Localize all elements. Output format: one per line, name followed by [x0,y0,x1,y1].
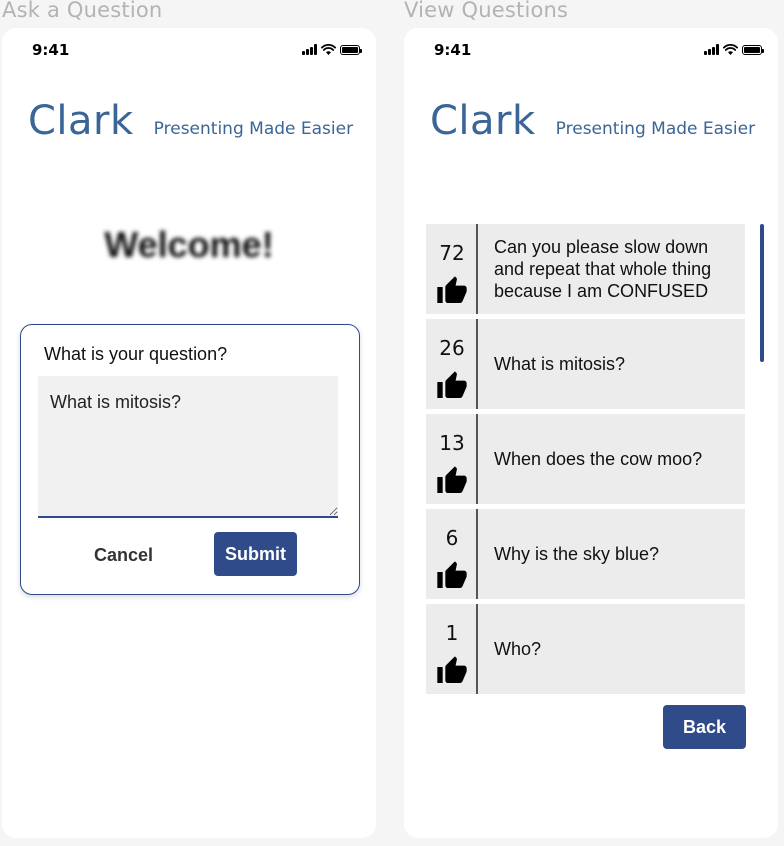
status-time: 9:41 [32,41,70,59]
vote-count: 6 [445,526,459,550]
wifi-icon [321,44,336,55]
question-row[interactable]: 26 What is mitosis? [426,319,745,409]
list-scrollbar[interactable] [760,224,764,362]
brand-header: Clark Presenting Made Easier [430,98,755,144]
status-bar: 9:41 [404,28,778,72]
thumbs-up-icon[interactable] [436,655,468,687]
question-row[interactable]: 1 Who? [426,604,745,694]
vote-column: 1 [426,604,478,694]
status-icons [302,44,362,55]
question-row[interactable]: 6 Why is the sky blue? [426,509,745,599]
wifi-icon [723,44,738,55]
back-button[interactable]: Back [663,705,746,749]
question-text: Who? [494,639,542,659]
welcome-heading: Welcome! [104,224,274,265]
question-row[interactable]: 13 When does the cow moo? [426,414,745,504]
view-questions-screen: 9:41 Clark Presenting Made Easier 72 Can… [404,28,778,838]
cellular-signal-icon [302,44,317,55]
status-icons [704,44,764,55]
brand-tagline: Presenting Made Easier [555,119,756,139]
submit-button[interactable]: Submit [214,532,297,576]
vote-column: 26 [426,319,478,409]
cancel-button[interactable]: Cancel [94,545,153,566]
vote-count: 1 [445,621,459,645]
question-list: 72 Can you please slow down and repeat t… [426,224,745,699]
ask-question-screen: 9:41 Clark Presenting Made Easier Welcom… [2,28,376,838]
frame-title-view: View Questions [404,0,569,22]
brand-logo: Clark [28,98,134,144]
ask-question-dialog: What is your question? Cancel Submit [20,324,360,595]
battery-icon [742,45,764,55]
brand-header: Clark Presenting Made Easier [28,98,353,144]
thumbs-up-icon[interactable] [436,370,468,402]
question-text: When does the cow moo? [494,449,703,469]
brand-tagline: Presenting Made Easier [153,119,354,139]
dialog-prompt: What is your question? [44,344,228,364]
thumbs-up-icon[interactable] [436,275,468,307]
battery-icon [340,45,362,55]
vote-count: 26 [439,336,465,360]
vote-column: 72 [426,224,478,314]
question-row[interactable]: 72 Can you please slow down and repeat t… [426,224,745,314]
frame-title-ask: Ask a Question [2,0,163,22]
status-bar: 9:41 [2,28,376,72]
question-input[interactable] [38,376,338,518]
cellular-signal-icon [704,44,719,55]
vote-count: 72 [439,241,465,265]
vote-column: 6 [426,509,478,599]
brand-logo: Clark [430,98,536,144]
vote-column: 13 [426,414,478,504]
thumbs-up-icon[interactable] [436,560,468,592]
question-text: Can you please slow down and repeat that… [494,237,712,301]
thumbs-up-icon[interactable] [436,465,468,497]
vote-count: 13 [439,431,465,455]
status-time: 9:41 [434,41,472,59]
question-text: Why is the sky blue? [494,544,660,564]
question-text: What is mitosis? [494,354,626,374]
